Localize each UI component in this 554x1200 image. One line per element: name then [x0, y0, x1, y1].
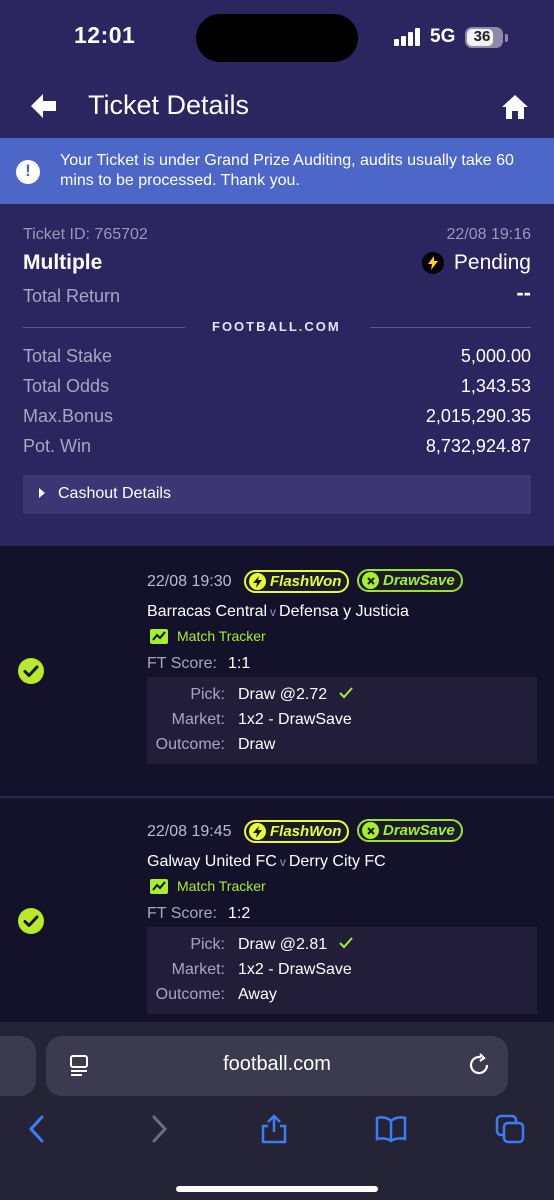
network-label: 5G: [430, 26, 456, 47]
away-team: Derry City FC: [288, 853, 386, 870]
drawsave-icon: [362, 572, 379, 589]
battery-nub: [505, 34, 508, 42]
bet-datetime: 22/08 19:45: [147, 823, 232, 840]
home-team: Galway United FC: [147, 853, 277, 870]
total-odds-label: Total Odds: [23, 376, 110, 396]
ft-score-label: FT Score:: [147, 655, 217, 672]
back-chevron-icon[interactable]: [22, 1113, 54, 1145]
back-button[interactable]: [28, 90, 60, 122]
away-team: Defensa y Justicia: [279, 603, 409, 620]
ft-score-value: 1:1: [228, 655, 251, 672]
total-return-value: --: [516, 280, 531, 305]
status-label: Pending: [453, 251, 531, 274]
check-circle-icon: [18, 908, 44, 934]
total-stake-label: Total Stake: [23, 346, 113, 366]
cashout-details-toggle[interactable]: Cashout Details: [23, 475, 531, 514]
home-button[interactable]: [500, 92, 530, 122]
total-stake-value: 5,000.00: [460, 346, 531, 366]
app-header: Ticket Details: [0, 76, 554, 138]
outcome-label: Outcome:: [155, 986, 225, 1003]
lightning-icon: [249, 573, 266, 590]
market-label: Market:: [171, 711, 225, 728]
pick-value: Draw @2.81: [238, 936, 353, 954]
bookmarks-icon[interactable]: [374, 1113, 407, 1145]
pick-label: Pick:: [190, 936, 225, 953]
pick-details: Pick: Draw @2.81 Market: 1x2 - DrawSave …: [147, 927, 537, 1014]
football-com-logo: FOOTBALL.COM: [212, 319, 341, 334]
chart-icon: [150, 878, 168, 894]
arrow-left-icon: [31, 94, 56, 118]
total-return-label: Total Return: [23, 286, 121, 306]
outcome-value: Away: [238, 986, 277, 1003]
market-value: 1x2 - DrawSave: [238, 961, 352, 978]
home-indicator: [176, 1186, 378, 1192]
versus-label: v: [279, 855, 286, 869]
pick-value: Draw @2.72: [238, 686, 353, 704]
caret-right-icon: [39, 488, 45, 498]
dynamic-island: [196, 14, 358, 62]
outcome-label: Outcome:: [155, 736, 225, 753]
match-teams[interactable]: Galway United FC v Derry City FC: [147, 853, 386, 871]
reload-icon[interactable]: [467, 1053, 491, 1077]
drawsave-badge: DrawSave: [357, 819, 463, 842]
exclamation-circle-icon: [16, 160, 40, 184]
market-value: 1x2 - DrawSave: [238, 711, 352, 728]
match-teams[interactable]: Barracas Central v Defensa y Justicia: [147, 603, 409, 621]
drawsave-badge: DrawSave: [357, 569, 463, 592]
market-label: Market:: [171, 961, 225, 978]
ticket-datetime: 22/08 19:16: [446, 226, 531, 243]
drawsave-icon: [362, 822, 379, 839]
chart-icon: [150, 628, 168, 644]
ticket-id: Ticket ID: 765702: [23, 226, 148, 243]
audit-banner-text: Your Ticket is under Grand Prize Auditin…: [60, 152, 514, 189]
status-time: 12:01: [74, 22, 136, 48]
versus-label: v: [270, 605, 277, 619]
ticket-type: Multiple: [23, 251, 103, 274]
check-icon: [339, 936, 353, 954]
match-tracker-link[interactable]: Match Tracker: [150, 878, 266, 894]
battery-icon: 36: [465, 27, 503, 48]
ft-score-label: FT Score:: [147, 905, 217, 922]
match-tracker-link[interactable]: Match Tracker: [150, 628, 266, 644]
share-icon[interactable]: [258, 1113, 290, 1145]
ft-score-value: 1:2: [228, 905, 251, 922]
signal-icon: [394, 28, 422, 46]
max-bonus-value: 2,015,290.35: [425, 406, 531, 426]
pick-details: Pick: Draw @2.72 Market: 1x2 - DrawSave …: [147, 677, 537, 764]
home-icon: [502, 95, 528, 119]
lightning-icon: [421, 252, 444, 274]
page-title: Ticket Details: [88, 90, 250, 120]
lightning-icon: [249, 823, 266, 840]
flashwon-badge: FlashWon: [244, 820, 350, 843]
pot-win-label: Pot. Win: [23, 436, 92, 456]
max-bonus-label: Max.Bonus: [23, 406, 114, 426]
flashwon-badge: FlashWon: [244, 570, 350, 593]
check-circle-icon: [18, 658, 44, 684]
tabs-icon[interactable]: [494, 1113, 526, 1145]
bet-datetime: 22/08 19:30: [147, 573, 232, 590]
divider: [370, 327, 531, 328]
forward-chevron-icon[interactable]: [142, 1113, 174, 1145]
home-team: Barracas Central: [147, 603, 268, 620]
divider: [0, 796, 554, 798]
divider: [23, 327, 185, 328]
total-odds-value: 1,343.53: [460, 376, 531, 396]
pick-label: Pick:: [190, 686, 225, 703]
pot-win-value: 8,732,924.87: [425, 436, 531, 456]
cashout-details-label: Cashout Details: [58, 485, 171, 502]
check-icon: [339, 686, 353, 704]
battery-level: 36: [473, 28, 491, 45]
ticket-status: Pending: [421, 251, 531, 275]
outcome-value: Draw: [238, 736, 276, 753]
